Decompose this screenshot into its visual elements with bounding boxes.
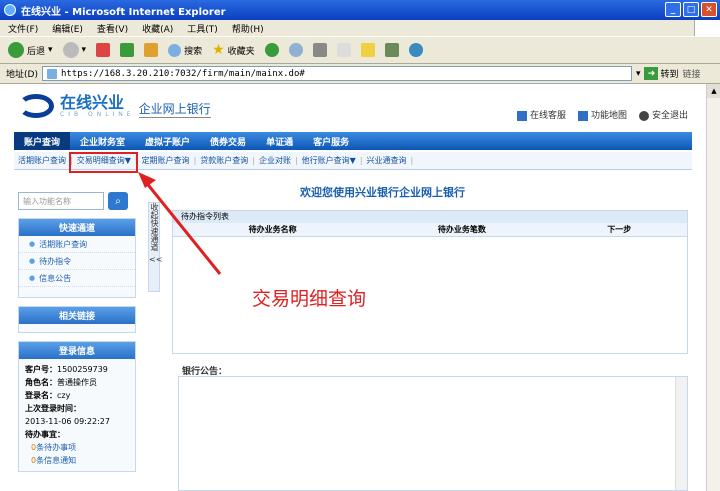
forward-button[interactable]: ▾ <box>62 42 86 58</box>
address-input[interactable]: https://168.3.20.210:7032/firm/main/main… <box>41 66 632 81</box>
research-icon[interactable] <box>384 43 399 57</box>
print-icon[interactable] <box>312 43 327 57</box>
address-dropdown-icon[interactable]: ▾ <box>636 69 641 79</box>
browser-toolbar: 后退 ▾ ▾ 搜索 ★ 收藏夹 <box>0 36 720 64</box>
messenger-icon[interactable] <box>408 43 423 57</box>
windows-logo-icon <box>694 20 720 36</box>
maximize-button[interactable]: □ <box>683 2 699 17</box>
menu-file[interactable]: 文件(F) <box>8 22 38 35</box>
minimize-button[interactable]: _ <box>665 2 681 17</box>
menu-favorites[interactable]: 收藏(A) <box>142 22 173 35</box>
stop-icon[interactable] <box>96 43 111 57</box>
links-label[interactable]: 链接 <box>683 67 701 80</box>
web-page: 在线兴业 CIB ONLINE 企业网上银行 在线客服 功能地图 安全退出 账户… <box>0 84 706 491</box>
back-button[interactable]: 后退 ▾ <box>8 42 53 58</box>
edit-icon[interactable] <box>336 43 351 57</box>
history-icon[interactable] <box>264 43 279 57</box>
ie-icon <box>4 4 16 16</box>
page-icon <box>46 68 57 79</box>
go-button[interactable]: ➜ 转到 <box>644 67 679 80</box>
close-button[interactable]: ✕ <box>701 2 717 17</box>
folder-icon[interactable] <box>360 43 375 57</box>
search-button[interactable]: 搜索 <box>168 43 202 57</box>
menu-edit[interactable]: 编辑(E) <box>52 22 83 35</box>
forward-arrow-icon <box>62 42 79 58</box>
scroll-up-icon[interactable]: ▲ <box>707 84 720 98</box>
menu-view[interactable]: 查看(V) <box>97 22 128 35</box>
menu-tools[interactable]: 工具(T) <box>187 22 218 35</box>
page-scrollbar[interactable]: ▲ <box>706 84 720 491</box>
go-arrow-icon: ➜ <box>644 67 659 80</box>
window-title: 在线兴业 - Microsoft Internet Explorer <box>21 6 226 18</box>
address-bar: 地址(D) https://168.3.20.210:7032/firm/mai… <box>0 64 720 84</box>
annotation-arrow <box>138 172 222 275</box>
menubar: 文件(F) 编辑(E) 查看(V) 收藏(A) 工具(T) 帮助(H) <box>0 20 720 36</box>
address-label: 地址(D) <box>6 70 38 80</box>
window-titlebar: 在线兴业 - Microsoft Internet Explorer _ □ ✕ <box>0 0 720 20</box>
favorites-button[interactable]: ★ 收藏夹 <box>212 42 255 58</box>
mail-icon[interactable] <box>288 43 303 57</box>
refresh-icon[interactable] <box>120 43 135 57</box>
search-icon <box>168 43 182 57</box>
back-arrow-icon <box>8 42 24 58</box>
menu-help[interactable]: 帮助(H) <box>232 22 264 35</box>
home-icon[interactable] <box>144 43 159 57</box>
star-icon: ★ <box>212 42 225 58</box>
